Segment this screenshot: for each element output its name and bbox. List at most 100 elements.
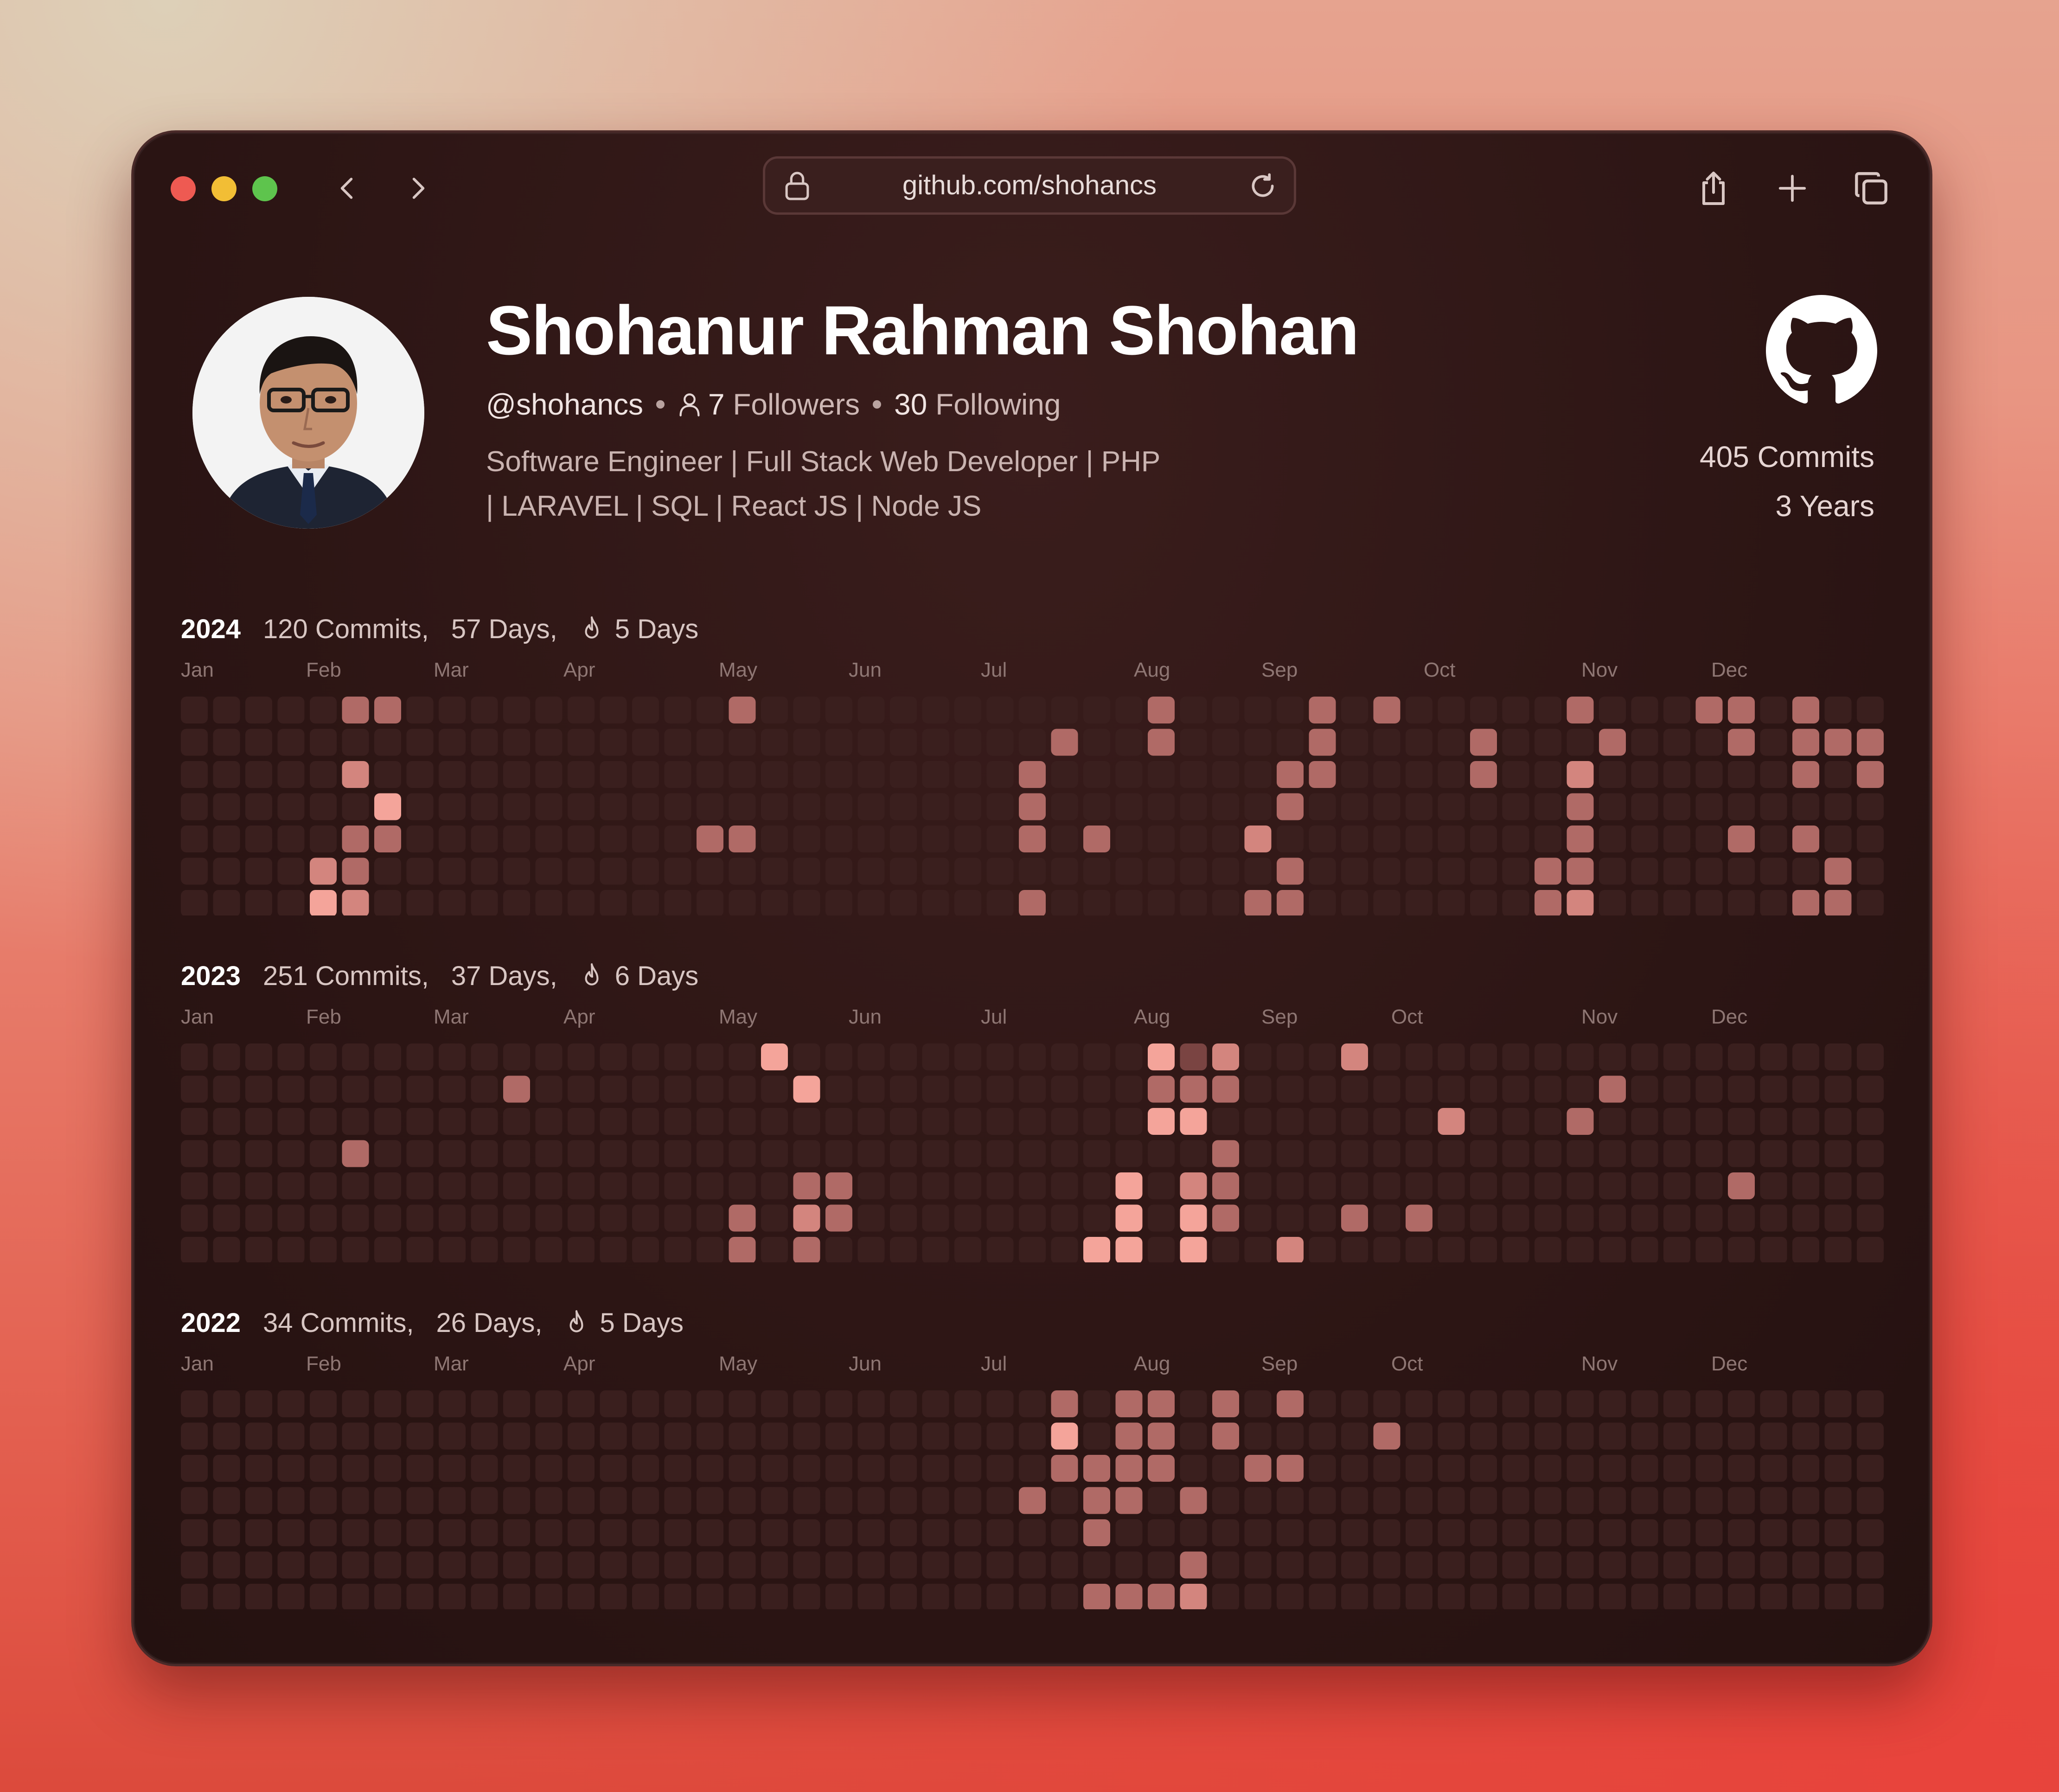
contribution-cell[interactable] (1341, 761, 1368, 788)
contribution-cell[interactable] (1373, 890, 1400, 915)
contribution-cell[interactable] (1051, 858, 1078, 885)
contribution-cell[interactable] (503, 1455, 530, 1482)
contribution-cell[interactable] (245, 1140, 272, 1167)
contribution-cell[interactable] (245, 1519, 272, 1546)
contribution-cell[interactable] (1502, 1204, 1529, 1232)
contribution-cell[interactable] (632, 1390, 659, 1417)
contribution-cell[interactable] (1438, 858, 1465, 885)
contribution-cell[interactable] (1277, 729, 1304, 756)
contribution-cell[interactable] (1567, 1519, 1594, 1546)
contribution-cell[interactable] (1857, 1075, 1884, 1103)
contribution-cell[interactable] (1567, 1390, 1594, 1417)
contribution-cell[interactable] (1695, 1108, 1723, 1135)
contribution-cell[interactable] (664, 1204, 691, 1232)
contribution-cell[interactable] (1663, 1140, 1690, 1167)
contribution-cell[interactable] (1663, 1043, 1690, 1070)
contribution-cell[interactable] (1502, 1487, 1529, 1514)
contribution-cell[interactable] (1599, 858, 1626, 885)
contribution-cell[interactable] (1309, 1519, 1336, 1546)
contribution-cell[interactable] (793, 1551, 820, 1579)
username[interactable]: @shohancs (486, 387, 643, 422)
contribution-cell[interactable] (1406, 697, 1432, 723)
contribution-cell[interactable] (1599, 1422, 1626, 1450)
contribution-cell-active[interactable] (342, 697, 369, 723)
contribution-cell[interactable] (535, 826, 563, 852)
contribution-cell[interactable] (1438, 1237, 1465, 1262)
contribution-cell[interactable] (761, 1519, 788, 1546)
contribution-cell[interactable] (1567, 1487, 1594, 1514)
contribution-cell[interactable] (1535, 1075, 1561, 1103)
contribution-cell[interactable] (664, 1422, 691, 1450)
contribution-cell[interactable] (1824, 793, 1852, 820)
contribution-cell[interactable] (986, 761, 1014, 788)
contribution-cell[interactable] (1663, 826, 1690, 852)
contribution-cell[interactable] (1115, 793, 1143, 820)
contribution-cell[interactable] (439, 1237, 466, 1262)
contribution-cell[interactable] (1728, 1140, 1755, 1167)
contribution-cell[interactable] (310, 1551, 337, 1579)
contribution-cell[interactable] (1470, 1075, 1497, 1103)
contribution-cell-active[interactable] (1115, 1204, 1143, 1232)
contribution-cell-active[interactable] (1792, 729, 1819, 756)
contribution-cell[interactable] (277, 1519, 305, 1546)
contribution-cell[interactable] (1406, 890, 1432, 915)
contribution-cell[interactable] (1728, 1043, 1755, 1070)
contribution-cell[interactable] (1857, 1390, 1884, 1417)
contribution-cell[interactable] (600, 1551, 627, 1579)
contribution-cell[interactable] (342, 793, 369, 820)
new-tab-button[interactable] (1769, 165, 1816, 211)
contribution-cell-active[interactable] (793, 1075, 820, 1103)
contribution-cell[interactable] (825, 697, 852, 723)
contribution-cell[interactable] (1760, 761, 1787, 788)
contribution-cell[interactable] (1857, 1043, 1884, 1070)
contribution-cell[interactable] (1599, 1551, 1626, 1579)
contribution-cell[interactable] (471, 826, 498, 852)
contribution-cell[interactable] (1212, 890, 1239, 915)
contribution-cell[interactable] (1824, 1043, 1852, 1070)
contribution-cell[interactable] (1760, 1140, 1787, 1167)
contribution-cell[interactable] (310, 1584, 337, 1609)
contribution-cell[interactable] (374, 858, 401, 885)
contribution-cell[interactable] (568, 761, 595, 788)
contribution-cell[interactable] (535, 1584, 563, 1609)
contribution-cell[interactable] (1760, 1455, 1787, 1482)
contribution-cell[interactable] (1115, 858, 1143, 885)
contribution-cell[interactable] (1438, 761, 1465, 788)
contribution-cell[interactable] (1115, 729, 1143, 756)
contribution-cell[interactable] (1567, 1172, 1594, 1199)
contribution-cell[interactable] (406, 1422, 434, 1450)
contribution-cell[interactable] (1824, 1551, 1852, 1579)
contribution-cell[interactable] (1695, 1551, 1723, 1579)
contribution-cell[interactable] (374, 1075, 401, 1103)
contribution-cell[interactable] (310, 761, 337, 788)
contribution-cell[interactable] (471, 1075, 498, 1103)
contribution-cell[interactable] (697, 858, 723, 885)
contribution-cell[interactable] (922, 1551, 949, 1579)
contribution-cell[interactable] (600, 1172, 627, 1199)
contribution-cell-active[interactable] (1148, 1422, 1175, 1450)
contribution-cell[interactable] (729, 761, 756, 788)
contribution-cell[interactable] (471, 1172, 498, 1199)
contribution-cell[interactable] (1502, 729, 1529, 756)
contribution-cell[interactable] (1470, 1043, 1497, 1070)
contribution-cell[interactable] (986, 1551, 1014, 1579)
contribution-cell[interactable] (1180, 1519, 1207, 1546)
contribution-cell[interactable] (857, 1455, 885, 1482)
contribution-cell[interactable] (1019, 1204, 1046, 1232)
contribution-cell[interactable] (600, 1422, 627, 1450)
contribution-cell[interactable] (277, 1043, 305, 1070)
contribution-cell[interactable] (1406, 729, 1432, 756)
contribution-cell[interactable] (857, 697, 885, 723)
contribution-cell[interactable] (1760, 826, 1787, 852)
contribution-cell[interactable] (1083, 1172, 1110, 1199)
contribution-cell[interactable] (793, 1043, 820, 1070)
contribution-cell[interactable] (1631, 697, 1658, 723)
contribution-cell[interactable] (1244, 1390, 1272, 1417)
contribution-cell[interactable] (600, 1140, 627, 1167)
contribution-cell[interactable] (1535, 1140, 1561, 1167)
contribution-cell[interactable] (1824, 1204, 1852, 1232)
contribution-cell[interactable] (1051, 761, 1078, 788)
contribution-cell[interactable] (503, 1172, 530, 1199)
contribution-cell-active[interactable] (1244, 826, 1272, 852)
contribution-cell[interactable] (1502, 1455, 1529, 1482)
